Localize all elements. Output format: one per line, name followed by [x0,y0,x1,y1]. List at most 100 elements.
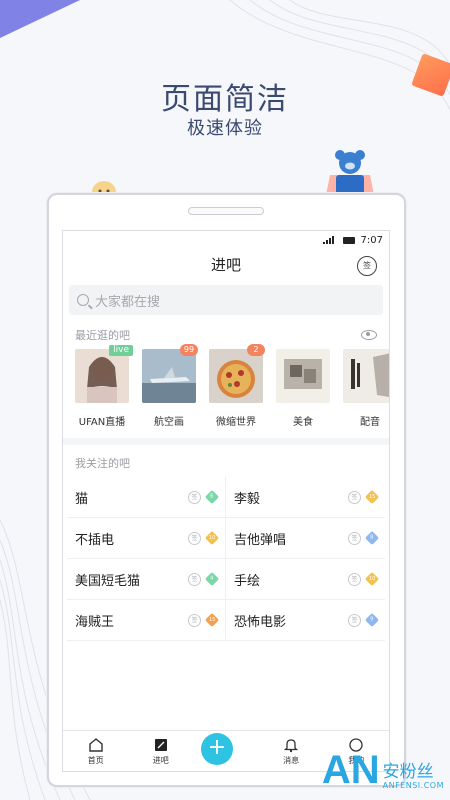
level-badge-icon: 9 [364,612,380,628]
search-bar[interactable]: 大家都在搜 [69,285,383,315]
followed-forum-name: 猫 [75,491,89,507]
battery-icon [342,236,355,244]
signal-icon [322,236,337,244]
forum-marks: 签9 [348,612,380,628]
level-badge-icon: 8 [364,530,380,546]
forum-thumbnail [276,349,330,403]
followed-forum-name: 吉他弹唱 [234,532,287,548]
level-number: 4 [210,576,214,582]
sign-status-icon: 签 [348,613,361,627]
sign-status-icon: 签 [188,572,201,586]
forum-icon [154,738,167,751]
count-badge: 99 [180,344,198,356]
level-number: 6 [210,494,214,500]
forum-marks: 签6 [188,489,220,505]
recent-forum-name: UFAN直播 [78,417,126,428]
followed-forum-item[interactable]: 吉他弹唱签 8 [226,518,385,559]
search-placeholder: 大家都在搜 [95,294,161,310]
sign-in-button[interactable]: 签 [357,256,377,276]
tab-messages[interactable]: 消息 [266,737,316,766]
tab-home[interactable]: 首页 [71,737,121,766]
tab-label: 消息 [283,755,300,765]
followed-forum-item[interactable]: 手绘 签 10 [226,559,385,600]
watermark-logo: AN 安粉丝 ANFENSI.COM [322,750,444,790]
followed-section-label: 我关注的吧 [75,457,130,470]
recent-forum-item[interactable]: live UFAN直播 [75,345,133,428]
forum-marks: 签4 [188,571,220,587]
watermark-cn: 安粉丝 [382,762,434,782]
followed-forum-item[interactable]: 海贼王 签 15 [67,600,226,641]
page-header: 进吧 签 [63,249,389,281]
level-number: 9 [370,617,374,623]
tab-forum[interactable]: 进吧 [136,737,186,766]
forum-thumbnail [142,349,196,403]
sign-status-icon: 签 [348,572,361,586]
level-badge-icon: 10 [364,571,380,587]
recent-forum-name: 航空画 [154,417,184,428]
recent-forum-name: 微缩世界 [216,417,256,428]
sign-status-icon: 签 [188,490,201,504]
level-badge-icon: 10 [204,530,220,546]
page-title: 进吧 [210,256,241,274]
level-number: 10 [208,535,216,541]
forum-marks: 签 15 [188,612,220,628]
home-icon [88,737,103,752]
tab-label: 首页 [87,755,104,765]
tab-label: 进吧 [152,755,169,765]
recent-section-header: 最近逛的吧 [63,319,389,347]
recent-forum-item[interactable]: 2 微缩世界 [209,344,265,428]
promo-title: 页面简洁 [161,82,289,117]
status-time: 7:07 [360,234,383,246]
followed-forum-name: 恐怖电影 [234,614,287,630]
promo-subtitle: 极速体验 [187,118,263,139]
level-badge-icon: 15 [204,612,220,628]
section-divider [63,438,389,445]
forum-marks: 签8 [348,530,380,546]
sign-status-icon: 签 [188,531,201,545]
recent-forum-item[interactable]: 美食 [276,349,330,428]
followed-forum-item[interactable]: 不插电 签 10 [67,518,226,559]
status-bar: 7:07 [63,231,389,249]
search-icon [77,294,89,306]
followed-forums-grid: 猫签 6 李毅签 15 不插电签 10 吉他弹唱签 8 美国短毛猫签 4 手绘签 10 海贼王签 15 恐怖… [63,477,389,641]
forum-marks: 签 10 [348,571,380,587]
watermark-text: 安粉丝 ANFENSI.COM [383,763,444,790]
followed-forum-name: 不插电 [75,532,115,548]
level-number: 10 [368,576,376,582]
forum-marks: 签 15 [348,489,380,505]
level-badge-icon: 4 [204,571,220,587]
recent-forum-name: 美食 [293,417,313,428]
followed-forum-name: 李毅 [234,491,261,507]
level-badge-icon: 6 [204,489,220,505]
forum-thumbnail [343,349,389,403]
sign-status-icon: 签 [348,490,361,504]
followed-forum-item[interactable]: 猫签6 [67,477,226,518]
watermark-en: ANFENSI.COM [382,781,444,790]
followed-forum-item[interactable]: 恐怖电影签 9 [226,600,385,641]
forum-marks: 签 10 [188,530,220,546]
level-number: 15 [208,617,216,623]
recent-forum-name: 配音 [360,417,380,428]
app-screen: 7:07 进吧 签 大家都在搜 最近逛的吧 live UFAN直播 99 航空画… [62,230,390,772]
followed-forum-name: 美国短毛猫 [75,573,141,589]
watermark-mark: AN [321,748,380,792]
recent-forum-item[interactable]: 配音 [343,349,389,428]
level-number: 8 [370,535,374,541]
forum-thumbnail [209,349,263,403]
decorative-triangle [0,0,80,38]
followed-forum-name: 手绘 [234,573,261,589]
recent-forum-item[interactable]: 99 航空画 [142,344,198,428]
recent-forums-list: live UFAN直播 99 航空画 2 微缩世界 美食 配音 [63,344,389,428]
recent-section-label: 最近逛的吧 [75,329,130,342]
followed-forum-name: 海贼王 [75,614,115,630]
sign-status-icon: 签 [348,531,361,545]
followed-forum-item[interactable]: 美国短毛猫签 4 [67,559,226,600]
bell-icon [284,738,299,752]
post-button[interactable]: + [200,733,251,765]
sign-status-icon: 签 [188,613,201,627]
phone-earpiece [188,207,264,215]
plus-icon: + [200,733,233,765]
eye-icon[interactable] [361,330,377,340]
followed-forum-item[interactable]: 李毅 签 15 [226,477,385,518]
forum-thumbnail [75,349,129,403]
